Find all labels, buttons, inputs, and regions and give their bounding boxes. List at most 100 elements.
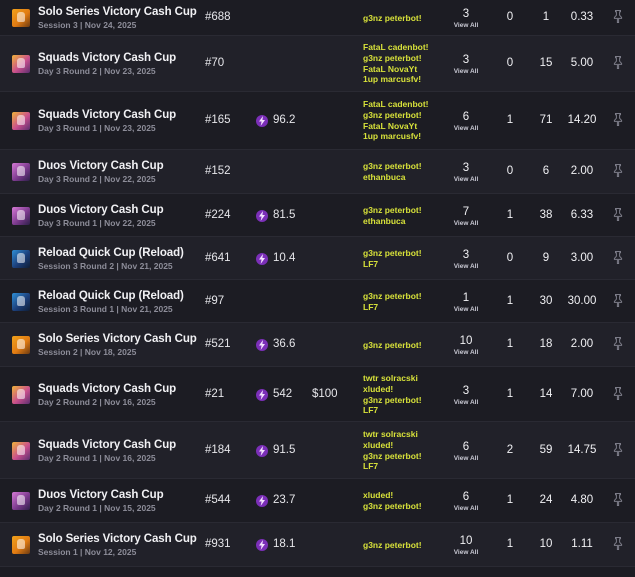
table-row[interactable]: Reload Quick Cup (Reload) Session 3 Round…	[0, 280, 635, 323]
event-session-date: Day 3 Round 1 | Nov 23, 2025	[38, 123, 156, 133]
table-row[interactable]: Duos Victory Cash Cup Day 3 Round 1 | Nov…	[0, 194, 635, 237]
team-member[interactable]: g3nz peterbot!	[363, 110, 429, 121]
view-all-link[interactable]: View All	[452, 176, 480, 183]
event-session-date: Day 2 Round 1 | Nov 15, 2025	[38, 503, 156, 513]
event-name[interactable]: Squads Victory Cash Cup	[38, 383, 176, 395]
pin-icon[interactable]	[613, 56, 623, 69]
event-name[interactable]: Squads Victory Cash Cup	[38, 109, 176, 121]
team-member[interactable]: xluded!	[363, 490, 422, 501]
table-row[interactable]: Squads Victory Cash Cup Day 2 Round 1 | N…	[0, 422, 635, 479]
team-member[interactable]: FataL NovaYt	[363, 64, 429, 75]
event-name[interactable]: Reload Quick Cup (Reload)	[38, 290, 184, 302]
view-all-link[interactable]: View All	[452, 22, 480, 29]
table-row[interactable]: Duos Victory Cash Cup Day 2 Round 1 | Nov…	[0, 479, 635, 523]
pin-icon[interactable]	[613, 443, 623, 456]
event-thumbnail	[12, 250, 30, 268]
view-all-link[interactable]: View All	[452, 505, 480, 512]
team-member[interactable]: ethanbuca	[363, 172, 422, 183]
pin-icon[interactable]	[613, 387, 623, 400]
placement-rank: #184	[205, 444, 231, 456]
kd-ratio: 4.80	[570, 494, 594, 506]
event-name[interactable]: Reload Quick Cup (Reload)	[38, 247, 184, 259]
placement-rank: #641	[205, 252, 231, 264]
placement-rank: #521	[205, 338, 231, 350]
team-member[interactable]: LF7	[363, 461, 422, 472]
team-member[interactable]: g3nz peterbot!	[363, 248, 422, 259]
wins-count: 1	[506, 338, 514, 350]
pin-icon[interactable]	[613, 164, 623, 177]
view-all-link[interactable]: View All	[452, 455, 480, 462]
team-member[interactable]: g3nz peterbot!	[363, 340, 422, 351]
team-member[interactable]: twtr solracski	[363, 373, 422, 384]
table-row[interactable]: Squads Victory Cash Cup Day 2 Round 2 | N…	[0, 367, 635, 422]
team-member[interactable]: FataL cadenbot!	[363, 42, 429, 53]
team-member[interactable]: g3nz peterbot!	[363, 291, 422, 302]
event-name[interactable]: Duos Victory Cash Cup	[38, 204, 164, 216]
matches-count: 10	[459, 335, 473, 347]
view-all-link[interactable]: View All	[452, 125, 480, 132]
view-all-link[interactable]: View All	[452, 306, 480, 313]
eliminations-count: 24	[539, 494, 553, 506]
team-member[interactable]: g3nz peterbot!	[363, 161, 422, 172]
team-members: g3nz peterbot!	[363, 13, 422, 24]
pin-icon[interactable]	[613, 113, 623, 126]
tournament-results-table: Solo Series Victory Cash Cup Session 3 | …	[0, 0, 635, 567]
team-member[interactable]: g3nz peterbot!	[363, 501, 422, 512]
pin-icon[interactable]	[613, 294, 623, 307]
table-row[interactable]: Solo Series Victory Cash Cup Session 1 | …	[0, 523, 635, 567]
placement-rank: #152	[205, 165, 231, 177]
view-all-link[interactable]: View All	[452, 220, 480, 227]
team-member[interactable]: g3nz peterbot!	[363, 540, 422, 551]
lightning-icon	[256, 253, 268, 265]
event-name[interactable]: Duos Victory Cash Cup	[38, 160, 164, 172]
event-name[interactable]: Squads Victory Cash Cup	[38, 439, 176, 451]
table-row[interactable]: Duos Victory Cash Cup Day 3 Round 2 | Nov…	[0, 150, 635, 194]
event-name[interactable]: Solo Series Victory Cash Cup	[38, 6, 197, 18]
pin-icon[interactable]	[613, 10, 623, 23]
table-row[interactable]: Squads Victory Cash Cup Day 3 Round 2 | N…	[0, 36, 635, 92]
view-all-link[interactable]: View All	[452, 349, 480, 356]
wins-count: 2	[506, 444, 514, 456]
event-thumbnail	[12, 207, 30, 225]
team-member[interactable]: twtr solracski	[363, 429, 422, 440]
team-member[interactable]: g3nz peterbot!	[363, 205, 422, 216]
event-name[interactable]: Solo Series Victory Cash Cup	[38, 333, 197, 345]
team-member[interactable]: g3nz peterbot!	[363, 395, 422, 406]
team-member[interactable]: g3nz peterbot!	[363, 53, 429, 64]
team-member[interactable]: ethanbuca	[363, 216, 422, 227]
team-members: g3nz peterbot! ethanbuca	[363, 205, 422, 227]
event-session-date: Session 3 Round 1 | Nov 21, 2025	[38, 304, 173, 314]
team-member[interactable]: 1up marcusfv!	[363, 74, 429, 85]
team-members: xluded! g3nz peterbot!	[363, 490, 422, 512]
team-member[interactable]: LF7	[363, 302, 422, 313]
pin-icon[interactable]	[613, 337, 623, 350]
team-member[interactable]: xluded!	[363, 440, 422, 451]
event-name[interactable]: Solo Series Victory Cash Cup	[38, 533, 197, 545]
team-member[interactable]: LF7	[363, 259, 422, 270]
event-name[interactable]: Duos Victory Cash Cup	[38, 489, 164, 501]
table-row[interactable]: Squads Victory Cash Cup Day 3 Round 1 | N…	[0, 92, 635, 150]
view-all-link[interactable]: View All	[452, 68, 480, 75]
team-member[interactable]: FataL NovaYt	[363, 121, 429, 132]
team-member[interactable]: xluded!	[363, 384, 422, 395]
lightning-icon	[256, 389, 268, 401]
table-row[interactable]: Solo Series Victory Cash Cup Session 2 | …	[0, 323, 635, 367]
table-row[interactable]: Reload Quick Cup (Reload) Session 3 Round…	[0, 237, 635, 280]
view-all-link[interactable]: View All	[452, 399, 480, 406]
table-row[interactable]: Solo Series Victory Cash Cup Session 3 | …	[0, 0, 635, 36]
pin-icon[interactable]	[613, 493, 623, 506]
lightning-icon	[256, 339, 268, 351]
team-member[interactable]: 1up marcusfv!	[363, 131, 429, 142]
team-member[interactable]: LF7	[363, 405, 422, 416]
view-all-link[interactable]: View All	[452, 263, 480, 270]
lightning-icon	[256, 115, 268, 127]
team-member[interactable]: g3nz peterbot!	[363, 451, 422, 462]
team-member[interactable]: g3nz peterbot!	[363, 13, 422, 24]
pin-icon[interactable]	[613, 537, 623, 550]
view-all-link[interactable]: View All	[452, 549, 480, 556]
pin-icon[interactable]	[613, 251, 623, 264]
team-member[interactable]: FataL cadenbot!	[363, 99, 429, 110]
matches-count: 3	[462, 8, 470, 20]
pin-icon[interactable]	[613, 208, 623, 221]
event-name[interactable]: Squads Victory Cash Cup	[38, 52, 176, 64]
